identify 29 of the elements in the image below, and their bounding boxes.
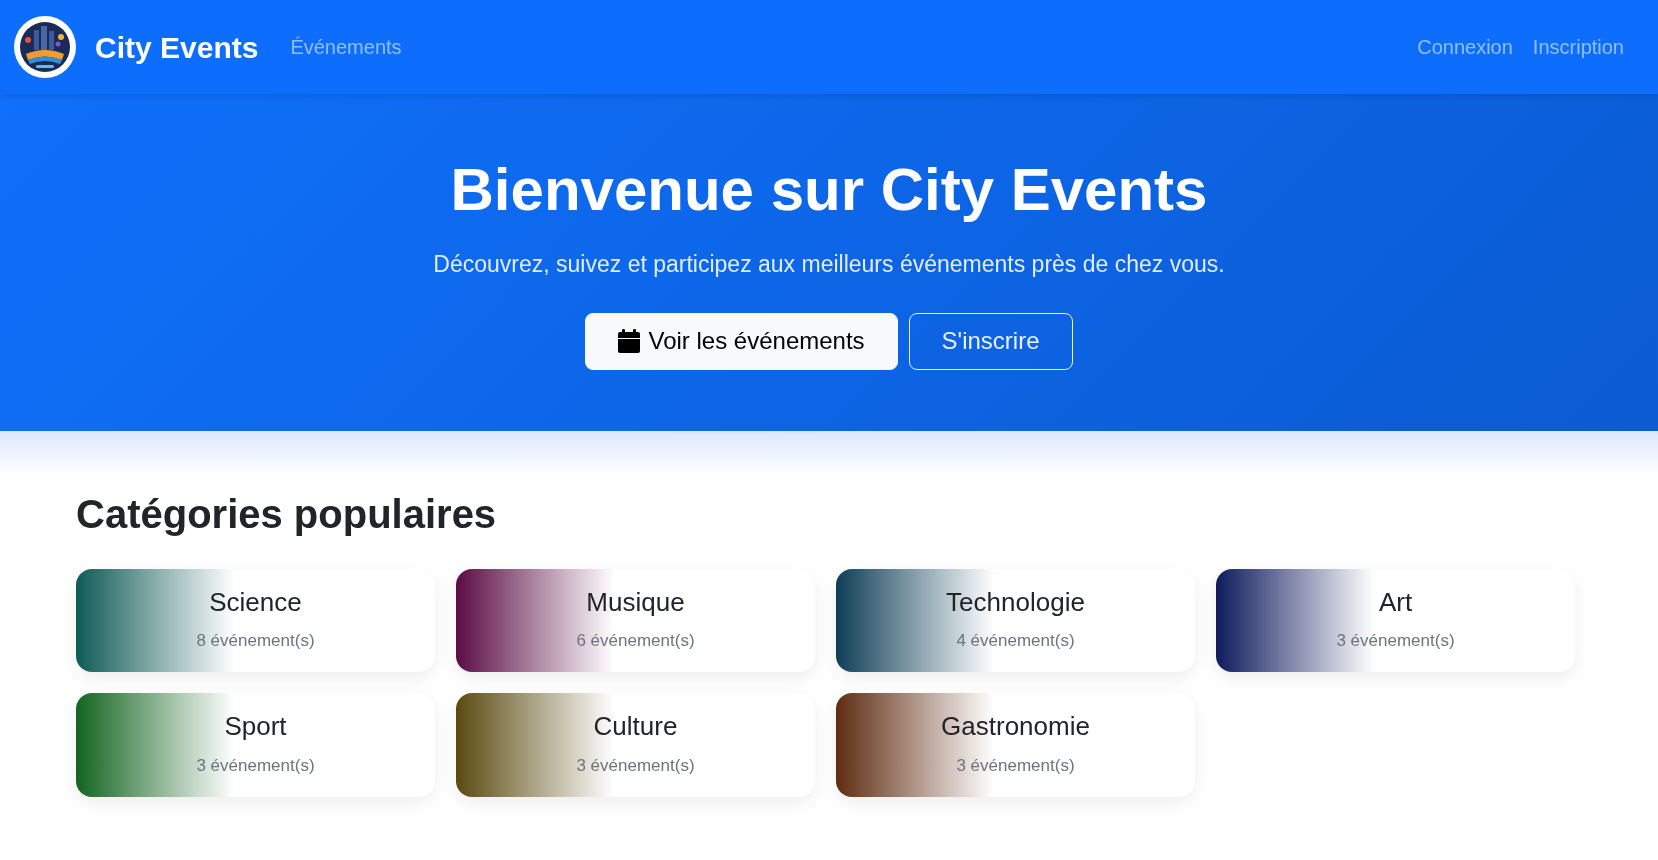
event-count: 3 événement(s) [1335,629,1456,652]
event-count: 3 événement(s) [955,754,1076,777]
category-card[interactable]: Technologie 4 événement(s) [836,568,1195,673]
event-count: 3 événement(s) [195,754,316,777]
category-card[interactable]: Musique 6 événement(s) [456,568,815,673]
brand-link[interactable]: City Events [95,24,259,70]
events-button[interactable]: Voir les événements [585,312,898,370]
category-name: Art [1377,586,1414,618]
event-count: 3 événement(s) [575,754,696,777]
category-name: Culture [592,711,679,743]
event-count: 4 événement(s) [955,629,1076,652]
category-card[interactable]: Art 3 événement(s) [1216,568,1575,673]
category-name: Sport [223,711,288,743]
category-card[interactable]: Culture 3 événement(s) [456,693,815,798]
section-heading: Catégories populaires [76,490,498,538]
signup-button[interactable]: S'inscrire [908,312,1073,370]
category-card[interactable]: Science 8 événement(s) [76,568,435,673]
logo-icon[interactable] [14,16,76,78]
category-name: Technologie [945,586,1086,618]
event-count: 8 événement(s) [195,629,316,652]
category-card[interactable]: Gastronomie 3 événement(s) [836,693,1195,798]
calendar-icon [618,329,641,354]
category-name: Science [208,586,303,618]
event-count: 6 événement(s) [575,629,696,652]
category-name: Musique [585,586,686,618]
hero-subtitle: Découvrez, suivez et participez aux meilleurs événements près de chez vous. [432,250,1226,279]
category-card[interactable]: Sport 3 événement(s) [76,693,435,798]
hero-title: Bienvenue sur City Events [449,155,1209,225]
category-name: Gastronomie [940,711,1091,743]
